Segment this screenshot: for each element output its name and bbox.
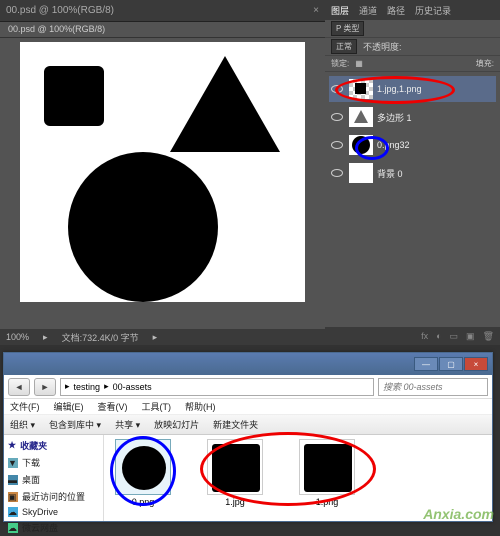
new-layer-icon[interactable]: ▣ bbox=[466, 331, 475, 342]
newfolder-button[interactable]: 新建文件夹 bbox=[213, 418, 258, 431]
fill-label: 填充: bbox=[476, 58, 494, 69]
file-thumb bbox=[115, 439, 171, 495]
sidebar-item-weiyun[interactable]: ☁微云网盘 bbox=[8, 519, 99, 536]
sidebar-item-skydrive[interactable]: ☁SkyDrive bbox=[8, 505, 99, 519]
filter-type[interactable]: P 类型 bbox=[331, 21, 364, 36]
tab-channels[interactable]: 通道 bbox=[359, 4, 377, 17]
file-item[interactable]: 1.png bbox=[292, 439, 362, 507]
sidebar-favorites[interactable]: ★ 收藏夹 bbox=[8, 437, 99, 454]
mask-icon[interactable]: ◐ bbox=[436, 331, 441, 341]
minimize-icon[interactable]: — bbox=[414, 357, 438, 371]
layer-thumb bbox=[349, 79, 373, 99]
layer-item[interactable]: 背景 0 bbox=[329, 160, 496, 186]
visibility-icon[interactable] bbox=[329, 109, 345, 125]
menu-tools[interactable]: 工具(T) bbox=[142, 400, 172, 413]
sidebar-item-recent[interactable]: ▣最近访问的位置 bbox=[8, 488, 99, 505]
include-button[interactable]: 包含到库中 ▾ bbox=[49, 418, 101, 431]
tab-paths[interactable]: 路径 bbox=[387, 4, 405, 17]
file-item[interactable]: 1.jpg bbox=[200, 439, 270, 507]
document-tab[interactable]: 00.psd @ 100%(RGB/8) bbox=[0, 22, 325, 38]
close-icon[interactable]: × bbox=[313, 5, 319, 16]
shape-square bbox=[44, 66, 104, 126]
layer-name: 0.png32 bbox=[377, 140, 410, 150]
sidebar[interactable]: ★ 收藏夹 ▼下载 ▬桌面 ▣最近访问的位置 ☁SkyDrive ☁微云网盘 bbox=[4, 435, 104, 521]
slideshow-button[interactable]: 放映幻灯片 bbox=[154, 418, 199, 431]
canvas-area[interactable] bbox=[0, 38, 325, 329]
sidebar-item-desktop[interactable]: ▬桌面 bbox=[8, 471, 99, 488]
file-name: 1.jpg bbox=[225, 497, 245, 507]
search-input[interactable] bbox=[378, 378, 488, 396]
watermark: Anxia.com bbox=[423, 506, 494, 522]
shape-circle bbox=[68, 152, 218, 302]
zoom-level[interactable]: 100% bbox=[6, 332, 29, 342]
sidebar-item-downloads[interactable]: ▼下载 bbox=[8, 454, 99, 471]
panel-tabs[interactable]: 图层 通道 路径 历史记录 bbox=[325, 0, 500, 20]
layer-name: 背景 0 bbox=[377, 167, 403, 180]
lock-label: 锁定: bbox=[331, 58, 349, 69]
close-icon[interactable]: × bbox=[464, 357, 488, 371]
document-window: 00.psd @ 100%(RGB/8) × 00.psd @ 100%(RGB… bbox=[0, 0, 325, 345]
explorer-window: — ▢ × ◄ ► ▸testing ▸00-assets 文件(F) 编辑(E… bbox=[3, 352, 493, 522]
visibility-icon[interactable] bbox=[329, 165, 345, 181]
menu-bar[interactable]: 文件(F) 编辑(E) 查看(V) 工具(T) 帮助(H) bbox=[4, 399, 492, 415]
layer-thumb bbox=[349, 135, 373, 155]
panel-footer: fx ◐ ▭ ▣ 🗑 bbox=[325, 327, 500, 345]
layer-thumb bbox=[349, 107, 373, 127]
opacity-label: 不透明度: bbox=[363, 40, 402, 53]
status-bar: 100% ▸ 文档:732.4K/0 字节 ▸ bbox=[0, 329, 325, 345]
layers-panel: 图层 通道 路径 历史记录 P 类型 正常 不透明度: 锁定: ▦ 填充: 1.… bbox=[325, 0, 500, 345]
file-thumb bbox=[207, 439, 263, 495]
visibility-icon[interactable] bbox=[329, 81, 345, 97]
visibility-icon[interactable] bbox=[329, 137, 345, 153]
layer-item[interactable]: 1.jpg,1.png bbox=[329, 76, 496, 102]
file-thumb bbox=[299, 439, 355, 495]
canvas[interactable] bbox=[20, 42, 305, 302]
layer-name: 多边形 1 bbox=[377, 111, 412, 124]
window-titlebar[interactable]: 00.psd @ 100%(RGB/8) × bbox=[0, 0, 325, 22]
shape-triangle bbox=[170, 56, 280, 152]
menu-file[interactable]: 文件(F) bbox=[10, 400, 40, 413]
layer-item[interactable]: 0.png32 bbox=[329, 132, 496, 158]
breadcrumb[interactable]: ▸testing ▸00-assets bbox=[60, 378, 374, 396]
organize-button[interactable]: 组织 ▾ bbox=[10, 418, 35, 431]
back-button[interactable]: ◄ bbox=[8, 378, 30, 396]
file-name: 0.png bbox=[132, 497, 155, 507]
tab-history[interactable]: 历史记录 bbox=[415, 4, 451, 17]
forward-button[interactable]: ► bbox=[34, 378, 56, 396]
menu-help[interactable]: 帮助(H) bbox=[185, 400, 216, 413]
folder-icon[interactable]: ▭ bbox=[450, 331, 459, 342]
fx-icon[interactable]: fx bbox=[421, 331, 428, 341]
lock-icon[interactable]: ▦ bbox=[355, 59, 363, 68]
share-button[interactable]: 共享 ▾ bbox=[115, 418, 140, 431]
layer-item[interactable]: 多边形 1 bbox=[329, 104, 496, 130]
blend-mode[interactable]: 正常 bbox=[331, 39, 357, 54]
layer-name: 1.jpg,1.png bbox=[377, 84, 422, 94]
doc-info: 文档:732.4K/0 字节 bbox=[62, 331, 139, 344]
layer-thumb bbox=[349, 163, 373, 183]
file-name: 1.png bbox=[316, 497, 339, 507]
tab-layers[interactable]: 图层 bbox=[331, 4, 349, 17]
file-item[interactable]: 0.png bbox=[108, 439, 178, 507]
maximize-icon[interactable]: ▢ bbox=[439, 357, 463, 371]
explorer-titlebar[interactable]: — ▢ × bbox=[4, 353, 492, 375]
trash-icon[interactable]: 🗑 bbox=[483, 331, 494, 342]
menu-edit[interactable]: 编辑(E) bbox=[54, 400, 84, 413]
menu-view[interactable]: 查看(V) bbox=[98, 400, 128, 413]
window-title: 00.psd @ 100%(RGB/8) bbox=[6, 5, 114, 16]
toolbar[interactable]: 组织 ▾ 包含到库中 ▾ 共享 ▾ 放映幻灯片 新建文件夹 bbox=[4, 415, 492, 435]
